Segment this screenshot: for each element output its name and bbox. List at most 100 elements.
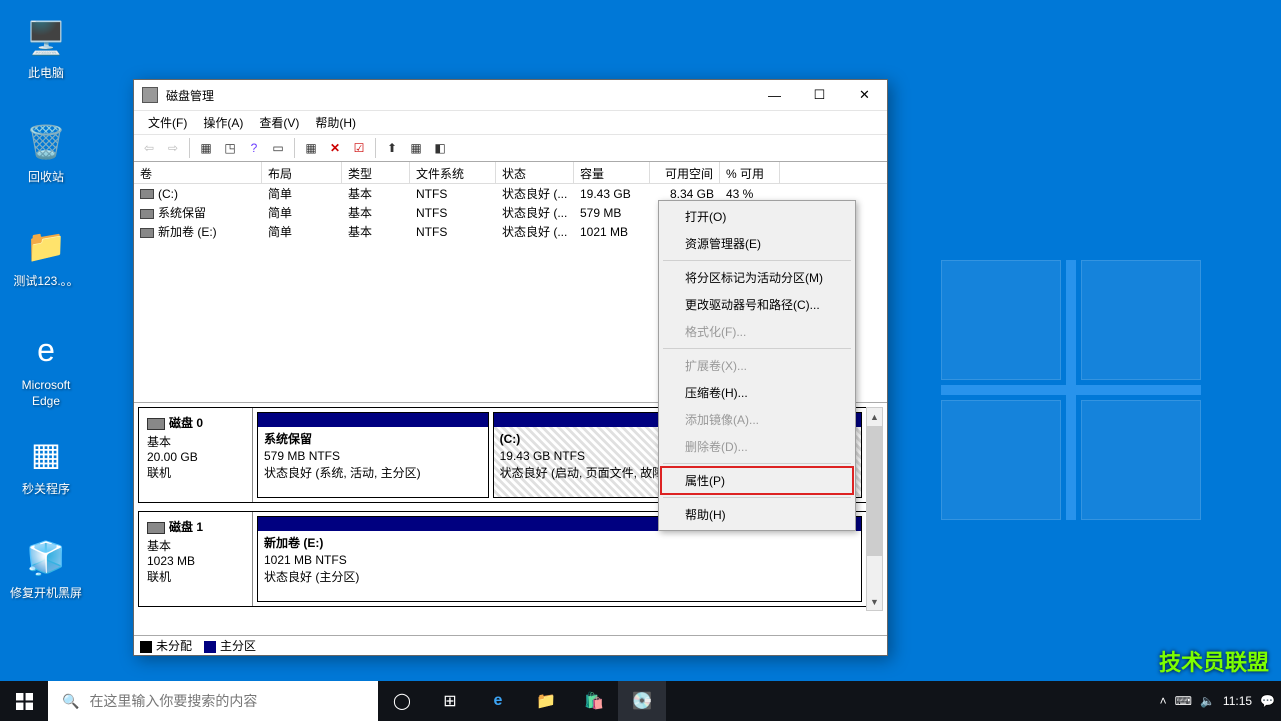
icon-label: 回收站 [8, 170, 84, 186]
column-header[interactable]: 状态 [496, 162, 574, 183]
search-icon: 🔍 [62, 693, 79, 710]
context-menu-item[interactable]: 更改驱动器号和路径(C)... [661, 291, 853, 318]
window-title: 磁盘管理 [166, 87, 214, 104]
watermark-text: 技术员联盟 [1159, 645, 1269, 677]
disk-icon [140, 228, 154, 238]
clock[interactable]: 11:15 [1223, 694, 1252, 708]
icon-label: Microsoft Edge [8, 378, 84, 409]
column-header[interactable]: 文件系统 [410, 162, 496, 183]
this-pc-icon: 🖥️ [22, 14, 70, 62]
vertical-scrollbar[interactable]: ▲ ▼ [866, 407, 883, 611]
menu-separator [663, 463, 851, 464]
scroll-up-icon[interactable]: ▲ [867, 408, 882, 425]
edge-icon: e [22, 326, 70, 374]
minimize-button[interactable]: — [752, 80, 797, 110]
icon-label: 测试123.。。 [8, 274, 84, 290]
app-icon [142, 87, 158, 103]
context-menu-item[interactable]: 帮助(H) [661, 501, 853, 528]
tray-up-icon[interactable]: ˄ [1160, 694, 1167, 708]
desktop-icon-fix-boot[interactable]: 🧊修复开机黑屏 [8, 534, 84, 602]
taskview-icon[interactable]: ⊞ [426, 681, 474, 721]
context-menu-item: 添加镜像(A)... [661, 406, 853, 433]
tb-icon[interactable]: ◳ [219, 137, 241, 159]
legend-unallocated: 未分配 [156, 639, 192, 653]
context-menu-item: 删除卷(D)... [661, 433, 853, 460]
scroll-thumb[interactable] [867, 426, 882, 556]
desktop-icon-recycle-bin[interactable]: 🗑️ 回收站 [8, 118, 84, 186]
explorer-taskbar-icon[interactable]: 📁 [522, 681, 570, 721]
delete-icon[interactable]: ✕ [324, 137, 346, 159]
legend: 未分配 主分区 [134, 635, 887, 655]
toolbar: ⇦ ⇨ ▦ ◳ ? ▭ ▦ ✕ ☑ ⬆ ▦ ◧ [134, 134, 887, 162]
context-menu-item[interactable]: 资源管理器(E) [661, 230, 853, 257]
context-menu-item[interactable]: 压缩卷(H)... [661, 379, 853, 406]
tb-icon[interactable]: ⬆ [381, 137, 403, 159]
cortana-icon[interactable]: ◯ [378, 681, 426, 721]
context-menu: 打开(O)资源管理器(E) 将分区标记为活动分区(M)更改驱动器号和路径(C)..… [658, 200, 856, 531]
menu-separator [663, 497, 851, 498]
column-header[interactable]: 类型 [342, 162, 410, 183]
test-folder-icon: 📁 [22, 222, 70, 270]
tb-icon[interactable]: ☑ [348, 137, 370, 159]
disk-icon [147, 522, 165, 534]
seconds-icon: ▦ [22, 430, 70, 478]
disk-icon [140, 189, 154, 199]
legend-primary: 主分区 [220, 639, 256, 653]
desktop-icon-edge[interactable]: e Microsoft Edge [8, 326, 84, 409]
menu-item[interactable]: 查看(V) [251, 111, 307, 134]
back-button: ⇦ [138, 137, 160, 159]
forward-button: ⇨ [162, 137, 184, 159]
disk-info[interactable]: 磁盘 1 基本1023 MB联机 [139, 512, 253, 606]
list-header[interactable]: 卷布局类型文件系统状态容量可用空间% 可用 [134, 162, 887, 184]
context-menu-item: 扩展卷(X)... [661, 352, 853, 379]
disk-icon [140, 209, 154, 219]
disk-info[interactable]: 磁盘 0 基本20.00 GB联机 [139, 408, 253, 502]
menu-separator [663, 260, 851, 261]
column-header[interactable]: % 可用 [720, 162, 780, 183]
volume-icon[interactable]: 🔈 [1200, 694, 1215, 708]
desktop-icon-seconds[interactable]: ▦ 秒关程序 [8, 430, 84, 498]
disk-icon [147, 418, 165, 430]
partition[interactable]: 系统保留579 MB NTFS状态良好 (系统, 活动, 主分区) [257, 412, 489, 498]
edge-taskbar-icon[interactable]: e [474, 681, 522, 721]
column-header[interactable]: 可用空间 [650, 162, 720, 183]
menu-item[interactable]: 文件(F) [140, 111, 195, 134]
ime-icon[interactable]: ⌨ [1175, 694, 1192, 708]
column-header[interactable]: 卷 [134, 162, 262, 183]
column-header[interactable]: 布局 [262, 162, 342, 183]
desktop-icon-this-pc[interactable]: 🖥️ 此电脑 [8, 14, 84, 82]
diskmgmt-taskbar-icon[interactable]: 💽 [618, 681, 666, 721]
search-placeholder: 在这里输入你要搜索的内容 [89, 691, 257, 711]
context-menu-item[interactable]: 打开(O) [661, 203, 853, 230]
help-icon[interactable]: ? [243, 137, 265, 159]
maximize-button[interactable]: ☐ [797, 80, 842, 110]
context-menu-item: 格式化(F)... [661, 318, 853, 345]
column-header[interactable]: 容量 [574, 162, 650, 183]
tb-icon[interactable]: ◧ [429, 137, 451, 159]
store-taskbar-icon[interactable]: 🛍️ [570, 681, 618, 721]
menu-separator [663, 348, 851, 349]
context-menu-item[interactable]: 将分区标记为活动分区(M) [661, 264, 853, 291]
close-button[interactable]: ✕ [842, 80, 887, 110]
scroll-down-icon[interactable]: ▼ [867, 593, 882, 610]
partition-header [258, 413, 488, 427]
notifications-icon[interactable]: 💬 [1260, 694, 1275, 708]
icon-label: 此电脑 [8, 66, 84, 82]
tb-icon[interactable]: ▦ [405, 137, 427, 159]
menubar: 文件(F)操作(A)查看(V)帮助(H) [134, 110, 887, 134]
taskbar: 🔍 在这里输入你要搜索的内容 ◯ ⊞ e 📁 🛍️ 💽 ˄ ⌨ 🔈 11:15 … [0, 681, 1281, 721]
recycle-bin-icon: 🗑️ [22, 118, 70, 166]
start-button[interactable] [0, 681, 48, 721]
menu-item[interactable]: 操作(A) [195, 111, 251, 134]
desktop-icon-test-folder[interactable]: 📁 测试123.。。 [8, 222, 84, 290]
tb-icon[interactable]: ▭ [267, 137, 289, 159]
context-menu-item[interactable]: 属性(P) [661, 467, 853, 494]
tb-icon[interactable]: ▦ [195, 137, 217, 159]
menu-item[interactable]: 帮助(H) [307, 111, 364, 134]
fix-boot-icon: 🧊 [22, 534, 70, 582]
taskbar-search[interactable]: 🔍 在这里输入你要搜索的内容 [48, 681, 378, 721]
titlebar[interactable]: 磁盘管理 — ☐ ✕ [134, 80, 887, 110]
icon-label: 秒关程序 [8, 482, 84, 498]
refresh-button[interactable]: ▦ [300, 137, 322, 159]
windows-logo-bg [941, 260, 1201, 520]
